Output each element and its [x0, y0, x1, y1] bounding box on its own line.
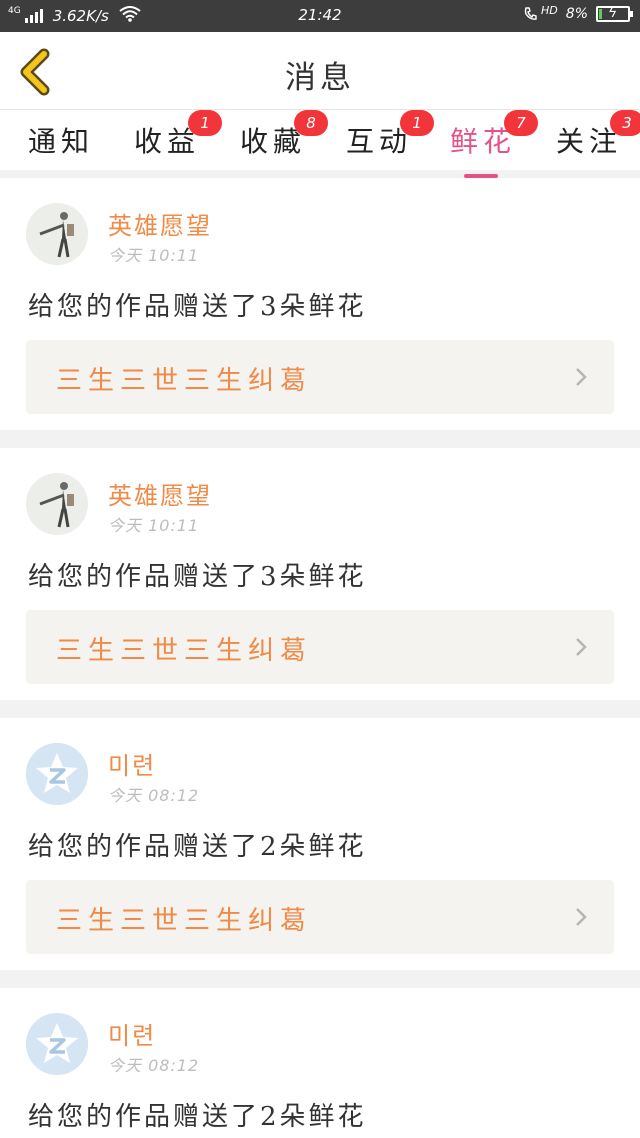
message-card: 英雄愿望 今天 10:11 给您的作品赠送了3朵鲜花 三生三世三生纠葛 [0, 448, 640, 700]
tab-label: 通知 [28, 125, 95, 158]
message-card: 미련 今天 08:12 给您的作品赠送了2朵鲜花 三生三世三生纠葛 [0, 718, 640, 970]
default-avatar-icon [26, 1013, 88, 1075]
avatar[interactable] [26, 743, 88, 805]
message-card: 미련 今天 08:12 给您的作品赠送了2朵鲜花 [0, 988, 640, 1138]
header: 消息 [0, 32, 640, 110]
unread-badge: 7 [504, 110, 538, 136]
message-text: 给您的作品赠送了2朵鲜花 [28, 832, 367, 862]
battery-icon: ϟ [596, 5, 633, 22]
hd-label: HD [541, 3, 558, 17]
work-link[interactable]: 三生三世三生纠葛 [26, 340, 614, 414]
tab-favorites[interactable]: 收藏 8 [240, 110, 328, 160]
tab-bar: 通知 收益 1 收藏 8 互动 1 鲜花 7 关注 3 [0, 110, 640, 178]
unread-badge: 1 [400, 110, 434, 136]
hd-call-icon: HD [523, 3, 558, 22]
tab-interactions[interactable]: 互动 1 [346, 110, 434, 160]
message-text: 给您的作品赠送了2朵鲜花 [28, 1102, 367, 1132]
sender-name[interactable]: 미련 [108, 1016, 156, 1051]
avatar[interactable] [26, 203, 88, 265]
chevron-right-icon [576, 368, 587, 386]
tab-flowers[interactable]: 鲜花 7 [450, 110, 538, 178]
avatar[interactable] [26, 1013, 88, 1075]
tab-earnings[interactable]: 收益 1 [134, 110, 222, 160]
tab-notifications[interactable]: 通知 [28, 120, 94, 160]
work-link[interactable]: 三生三世三生纠葛 [26, 880, 614, 954]
unread-badge: 1 [188, 110, 222, 136]
work-link[interactable]: 三生三世三生纠葛 [26, 610, 614, 684]
sender-name[interactable]: 미련 [108, 746, 156, 781]
message-time: 今天 10:11 [108, 516, 200, 535]
work-title: 三生三世三生纠葛 [56, 366, 313, 396]
chevron-right-icon [576, 908, 587, 926]
message-text: 给您的作品赠送了3朵鲜花 [28, 292, 367, 322]
sender-name[interactable]: 英雄愿望 [108, 206, 212, 241]
default-avatar-icon [26, 743, 88, 805]
message-text: 给您的作品赠送了3朵鲜花 [28, 562, 367, 592]
work-title: 三生三世三生纠葛 [56, 906, 313, 936]
avatar[interactable] [26, 473, 88, 535]
message-card: 英雄愿望 今天 10:11 给您的作品赠送了3朵鲜花 三生三世三生纠葛 [0, 178, 640, 430]
sender-name[interactable]: 英雄愿望 [108, 476, 212, 511]
message-time: 今天 10:11 [108, 246, 200, 265]
chevron-right-icon [576, 638, 587, 656]
tab-following[interactable]: 关注 3 [556, 110, 640, 160]
status-bar: 4G 3.62K/s 21:42 HD 8% ϟ [0, 0, 640, 32]
message-time: 今天 08:12 [108, 1056, 200, 1075]
unread-badge: 3 [610, 110, 640, 136]
page-title: 消息 [285, 60, 355, 96]
battery-percent: 8% [565, 6, 588, 22]
unread-badge: 8 [294, 110, 328, 136]
work-title: 三生三世三生纠葛 [56, 636, 313, 666]
message-time: 今天 08:12 [108, 786, 200, 805]
